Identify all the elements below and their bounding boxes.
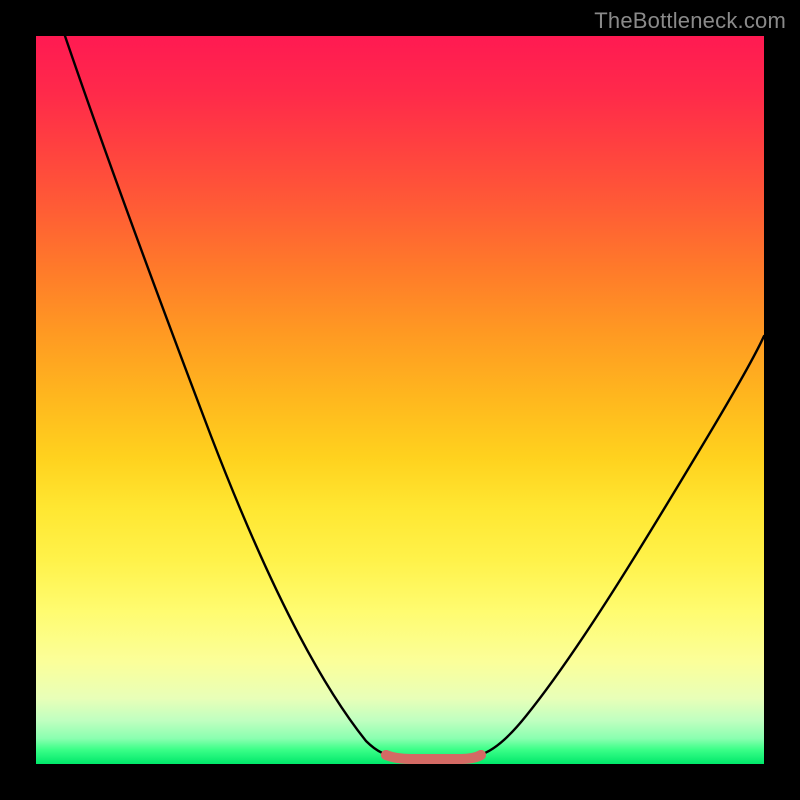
curve-right-branch [479,336,764,755]
v-curve [36,36,764,764]
highlight-end-right [476,750,486,760]
plot-area [36,36,764,764]
chart-frame: TheBottleneck.com [0,0,800,800]
highlight-end-left [381,750,391,760]
curve-left-branch [65,36,388,755]
curve-flat-minimum-highlight [386,755,481,759]
watermark-text: TheBottleneck.com [594,8,786,34]
